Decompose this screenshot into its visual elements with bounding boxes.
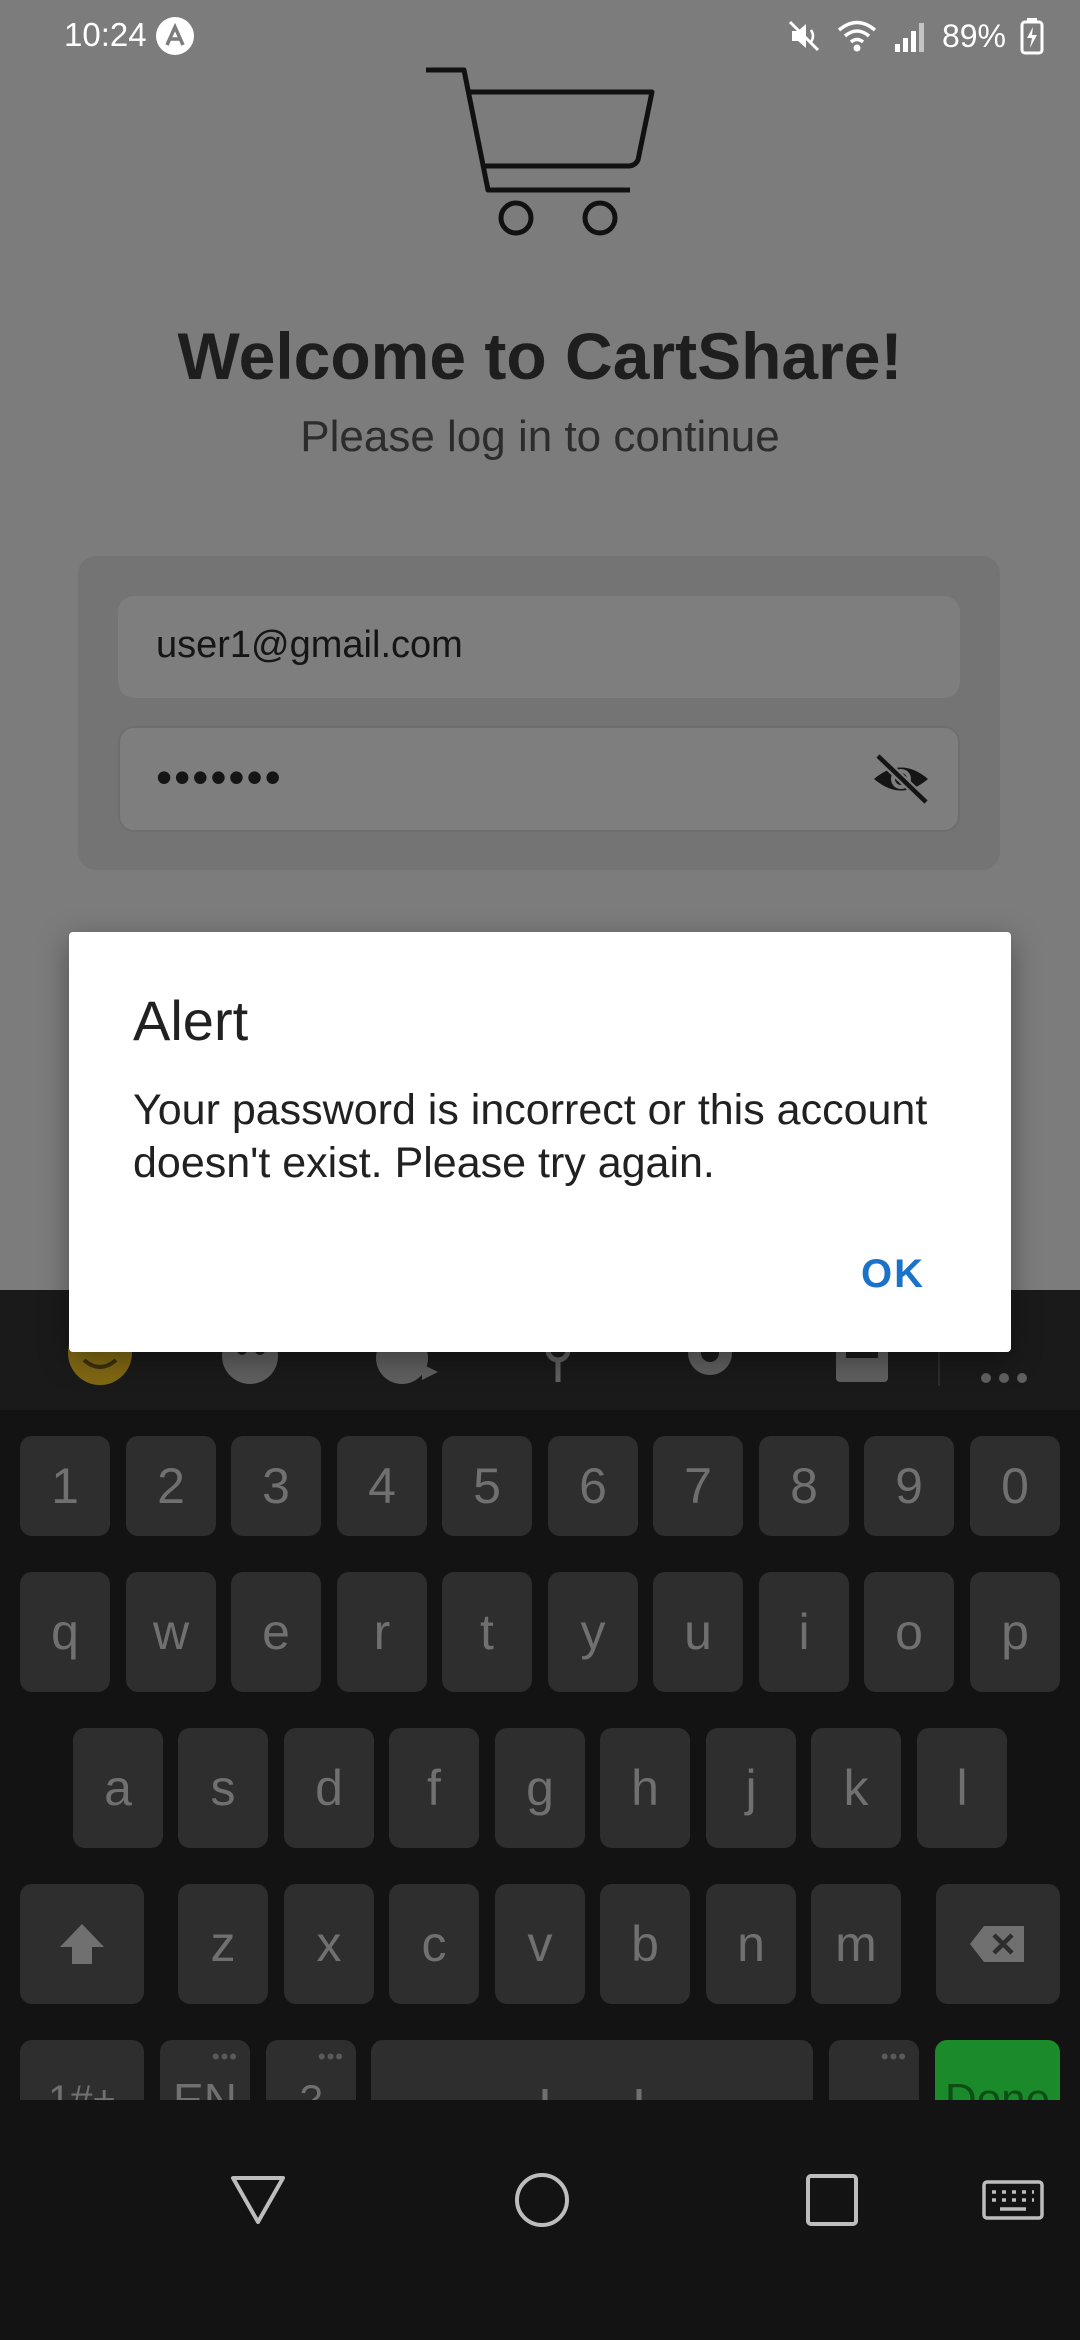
navigation-bar xyxy=(0,2100,1080,2340)
dialog-message: Your password is incorrect or this accou… xyxy=(133,1086,928,1187)
recents-icon[interactable] xyxy=(804,2172,860,2228)
key-k[interactable]: k xyxy=(811,1728,901,1848)
key-6[interactable]: 6 xyxy=(548,1436,638,1536)
signal-icon xyxy=(894,23,924,52)
key-0[interactable]: 0 xyxy=(970,1436,1060,1536)
password-value: ••••••• xyxy=(156,751,283,803)
key-z[interactable]: z xyxy=(178,1884,268,2004)
key-t[interactable]: t xyxy=(442,1572,532,1692)
key-7[interactable]: 7 xyxy=(653,1436,743,1536)
key-j[interactable]: j xyxy=(706,1728,796,1848)
login-form: user1@gmail.com ••••••• xyxy=(78,556,1000,870)
page-subtitle: Please log in to continue xyxy=(300,412,780,461)
alert-dialog: Alert Your password is incorrect or this… xyxy=(69,932,1011,1352)
status-time: 10:24 xyxy=(64,16,147,53)
status-icons: 89% xyxy=(786,14,1044,58)
key-e[interactable]: e xyxy=(231,1572,321,1692)
more-dots: ••• xyxy=(880,2044,907,2069)
key-l[interactable]: l xyxy=(917,1728,1007,1848)
backspace-key[interactable] xyxy=(936,1884,1060,2004)
key-d[interactable]: d xyxy=(284,1728,374,1848)
key-9[interactable]: 9 xyxy=(864,1436,954,1536)
cart-icon xyxy=(426,67,655,236)
battery-percentage: 89% xyxy=(941,17,1006,54)
key-c[interactable]: c xyxy=(389,1884,479,2004)
app-icon xyxy=(156,17,194,55)
more-dots: ••• xyxy=(211,2044,238,2069)
battery-charging-icon xyxy=(1020,18,1044,55)
eye-off-icon[interactable] xyxy=(870,750,932,808)
shift-icon xyxy=(60,1924,104,1964)
key-8[interactable]: 8 xyxy=(759,1436,849,1536)
key-n[interactable]: n xyxy=(706,1884,796,2004)
key-i[interactable]: i xyxy=(759,1572,849,1692)
dialog-title: Alert xyxy=(133,989,249,1052)
key-o[interactable]: o xyxy=(864,1572,954,1692)
key-2[interactable]: 2 xyxy=(126,1436,216,1536)
key-r[interactable]: r xyxy=(337,1572,427,1692)
back-icon[interactable] xyxy=(228,2172,288,2228)
keyboard-icon[interactable] xyxy=(982,2180,1044,2226)
key-p[interactable]: p xyxy=(970,1572,1060,1692)
soft-keyboard: 1 2 3 4 5 6 7 8 9 0 q w e r t y u i o p … xyxy=(0,1290,1080,2160)
key-1[interactable]: 1 xyxy=(20,1436,110,1536)
ok-button[interactable]: OK xyxy=(861,1252,925,1297)
key-q[interactable]: q xyxy=(20,1572,110,1692)
key-s[interactable]: s xyxy=(178,1728,268,1848)
key-4[interactable]: 4 xyxy=(337,1436,427,1536)
key-f[interactable]: f xyxy=(389,1728,479,1848)
page-title: Welcome to CartShare! xyxy=(177,319,903,393)
wifi-icon xyxy=(837,20,877,52)
shift-key[interactable] xyxy=(20,1884,144,2004)
backspace-icon xyxy=(970,1926,1024,1962)
key-3[interactable]: 3 xyxy=(231,1436,321,1536)
key-h[interactable]: h xyxy=(600,1728,690,1848)
key-u[interactable]: u xyxy=(653,1572,743,1692)
key-v[interactable]: v xyxy=(495,1884,585,2004)
home-icon[interactable] xyxy=(514,2172,570,2228)
key-w[interactable]: w xyxy=(126,1572,216,1692)
key-b[interactable]: b xyxy=(600,1884,690,2004)
mute-icon xyxy=(788,20,820,52)
email-field[interactable]: user1@gmail.com xyxy=(118,596,960,698)
key-g[interactable]: g xyxy=(495,1728,585,1848)
key-m[interactable]: m xyxy=(811,1884,901,2004)
key-a[interactable]: a xyxy=(73,1728,163,1848)
key-5[interactable]: 5 xyxy=(442,1436,532,1536)
key-y[interactable]: y xyxy=(548,1572,638,1692)
password-field[interactable]: ••••••• xyxy=(118,726,960,832)
key-x[interactable]: x xyxy=(284,1884,374,2004)
more-dots: ••• xyxy=(317,2044,344,2069)
